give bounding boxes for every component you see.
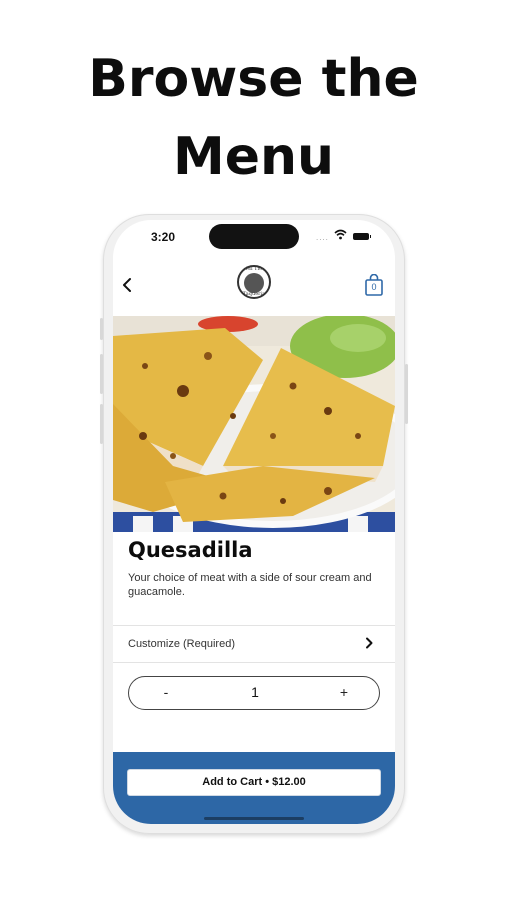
customize-row[interactable]: Customize (Required) <box>113 626 395 662</box>
dynamic-island <box>209 224 299 249</box>
phone-screen: 3:20 .... Mi Tío Taqueria 0 Quesadilla Y… <box>113 220 395 824</box>
logo-top-text: Mi Tío <box>245 266 263 272</box>
add-to-cart-button[interactable]: Add to Cart • $12.00 <box>127 769 381 796</box>
headline-line-2: Menu <box>172 127 335 187</box>
volume-up-button <box>100 354 103 394</box>
logo-bottom-text: Taqueria <box>242 291 266 297</box>
phone-frame: 3:20 .... Mi Tío Taqueria 0 Quesadilla Y… <box>100 214 408 834</box>
quantity-stepper: - 1 + <box>128 676 380 710</box>
home-indicator[interactable] <box>204 817 304 820</box>
status-time: 3:20 <box>151 230 176 244</box>
restaurant-logo[interactable]: Mi Tío Taqueria <box>237 265 271 299</box>
top-nav: Mi Tío Taqueria 0 <box>113 262 395 310</box>
power-button <box>405 364 408 424</box>
wifi-icon <box>334 229 347 240</box>
cart-count-badge: 0 <box>371 282 377 292</box>
status-bar: 3:20 .... <box>113 220 395 256</box>
increase-quantity-button[interactable]: + <box>327 684 361 700</box>
cart-footer: Add to Cart • $12.00 <box>113 752 395 824</box>
decrease-quantity-button[interactable]: - <box>149 684 183 700</box>
logo-emblem-icon <box>244 273 264 293</box>
back-button[interactable] <box>119 276 137 294</box>
chevron-right-icon <box>366 637 373 649</box>
cart-button[interactable]: 0 <box>365 273 383 296</box>
signal-icon: .... <box>316 233 329 242</box>
headline-line-1: Browse the <box>88 49 419 109</box>
divider <box>113 662 395 663</box>
quesadilla-image <box>113 316 395 532</box>
item-description: Your choice of meat with a side of sour … <box>128 572 372 598</box>
battery-icon <box>353 233 371 240</box>
item-title: Quesadilla <box>128 538 253 562</box>
mute-switch <box>100 318 103 340</box>
customize-label: Customize (Required) <box>128 638 235 650</box>
promo-headline: Browse the Menu <box>0 40 507 196</box>
volume-down-button <box>100 404 103 444</box>
